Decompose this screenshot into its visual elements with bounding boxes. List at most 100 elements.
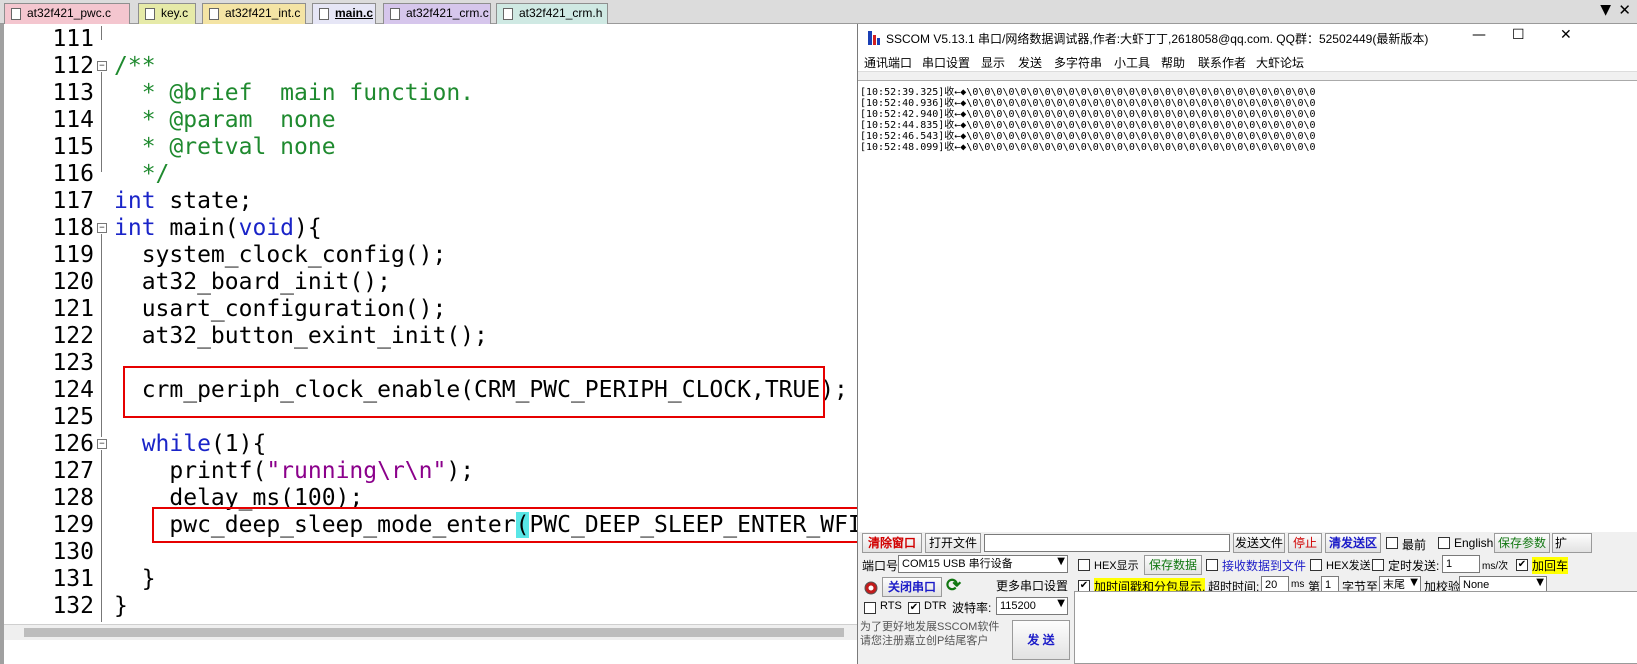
add-crlf-checkbox[interactable]: ✔ <box>1516 559 1528 571</box>
menu-serial-settings[interactable]: 串口设置 <box>922 54 970 71</box>
english-checkbox[interactable] <box>1438 537 1450 549</box>
code-text: main( <box>155 215 239 241</box>
scrollbar-thumb[interactable] <box>24 628 844 637</box>
keyword: int <box>114 188 156 214</box>
fold-guide <box>101 450 102 622</box>
dtr-checkbox[interactable]: ✔ <box>908 602 920 614</box>
code-text: printf( <box>114 458 267 484</box>
close-editor-icon[interactable]: ✕ <box>1618 1 1631 19</box>
line-number: 127 <box>52 458 94 484</box>
menu-multi-string[interactable]: 多字符串 <box>1054 54 1102 71</box>
dropdown-arrow-icon: ▼ <box>1057 556 1065 567</box>
keyword: int <box>114 215 156 241</box>
keyword: while <box>114 431 211 457</box>
code-line-119: system_clock_config(); <box>114 242 447 268</box>
fold-toggle-icon[interactable]: − <box>97 61 107 71</box>
line-number: 123 <box>52 350 94 376</box>
send-file-button[interactable]: 发送文件 <box>1233 533 1285 553</box>
highlight-box-clock-enable <box>123 366 825 418</box>
close-window-icon[interactable]: ✕ <box>1560 27 1572 43</box>
menu-display[interactable]: 显示 <box>981 54 1005 71</box>
fold-toggle-icon[interactable]: − <box>97 223 107 233</box>
file-icon <box>319 8 329 20</box>
line-number: 114 <box>52 107 94 133</box>
sscom-window: SSCOM V5.13.1 串口/网络数据调试器,作者:大虾丁丁,2618058… <box>857 24 1637 664</box>
stop-button[interactable]: 停止 <box>1288 533 1322 553</box>
line-number: 117 <box>52 188 94 214</box>
line-number: 111 <box>52 26 94 52</box>
code-line-113: * @brief main function. <box>114 80 475 106</box>
send-text-area[interactable] <box>1074 591 1637 664</box>
menu-forum[interactable]: 大虾论坛 <box>1256 54 1304 71</box>
minimize-icon[interactable]: — <box>1472 27 1486 43</box>
save-params-button[interactable]: 保存参数 <box>1494 533 1550 553</box>
save-data-button[interactable]: 保存数据 <box>1144 555 1202 575</box>
code-line-127: printf("running\r\n"); <box>114 458 474 485</box>
dropdown-arrow-icon: ▼ <box>1057 598 1065 609</box>
file-icon <box>503 8 513 20</box>
editor-horizontal-scrollbar[interactable] <box>4 624 858 640</box>
receive-area[interactable]: [10:52:39.325]收←◆\0\0\0\0\0\0\0\0\0\0\0\… <box>858 80 1637 532</box>
port-value: COM15 USB 串行设备 <box>902 558 1013 570</box>
menu-tools[interactable]: 小工具 <box>1114 54 1150 71</box>
recv-to-file-checkbox[interactable] <box>1206 559 1218 571</box>
rts-label: RTS <box>880 600 902 612</box>
tab-at32f421-int-c[interactable]: at32f421_int.c <box>202 3 306 24</box>
english-label: English <box>1454 536 1494 550</box>
code-line-121: usart_configuration(); <box>114 296 447 322</box>
menu-comm-port[interactable]: 通讯端口 <box>864 54 912 71</box>
timeout-unit: ms <box>1291 579 1305 590</box>
line-number: 131 <box>52 566 94 592</box>
code-line-131: } <box>114 566 156 592</box>
file-icon <box>145 8 155 20</box>
file-icon <box>209 8 219 20</box>
code-line-118: int main(void){ <box>114 215 322 242</box>
fold-column: − − − <box>97 24 109 624</box>
tab-at32f421-pwc-c[interactable]: at32f421_pwc.c <box>4 3 130 24</box>
interval-input[interactable]: 1 <box>1442 555 1480 573</box>
menu-send[interactable]: 发送 <box>1018 54 1042 71</box>
baud-select[interactable]: 115200 ▼ <box>996 597 1068 615</box>
file-path-input[interactable] <box>984 534 1230 552</box>
clear-send-area-button[interactable]: 清发送区 <box>1325 533 1381 553</box>
line-number: 118 <box>52 215 94 241</box>
maximize-icon[interactable]: ☐ <box>1512 27 1525 43</box>
tab-key-c[interactable]: key.c <box>138 3 196 24</box>
sscom-menubar: 通讯端口 串口设置 显示 发送 多字符串 小工具 帮助 联系作者 大虾论坛 <box>858 52 1637 72</box>
expand-button[interactable]: 扩 <box>1552 533 1592 553</box>
interval-unit: ms/次 <box>1482 561 1509 572</box>
editor-tab-bar: at32f421_pwc.c key.c at32f421_int.c main… <box>0 0 1637 24</box>
line-number: 129 <box>52 512 94 538</box>
fold-guide <box>101 72 102 172</box>
dtr-label: DTR <box>924 600 947 612</box>
clear-window-button[interactable]: 清除窗口 <box>862 533 922 553</box>
line-number: 124 <box>52 377 94 403</box>
line-number: 122 <box>52 323 94 349</box>
top-most-checkbox[interactable] <box>1386 537 1398 549</box>
tab-at32f421-crm-h[interactable]: at32f421_crm.h <box>496 3 608 24</box>
more-settings-link[interactable]: 更多串口设置 <box>996 577 1068 594</box>
code-line-120: at32_board_init(); <box>114 269 391 295</box>
code-text: state; <box>155 188 253 214</box>
hex-display-checkbox[interactable] <box>1078 559 1090 571</box>
refresh-icon[interactable]: ⟳ <box>946 575 961 596</box>
fold-toggle-icon[interactable]: − <box>97 439 107 449</box>
code-editor[interactable]: 111 112 113 114 115 116 117 118 119 120 … <box>0 24 858 664</box>
line-number: 119 <box>52 242 94 268</box>
timed-send-checkbox[interactable] <box>1372 559 1384 571</box>
menu-contact-author[interactable]: 联系作者 <box>1198 54 1246 71</box>
menu-help[interactable]: 帮助 <box>1161 54 1185 71</box>
checksum-value: None <box>1463 579 1490 591</box>
add-crlf-label: 加回车 <box>1532 557 1569 574</box>
hex-send-checkbox[interactable] <box>1310 559 1322 571</box>
tab-list-dropdown-icon[interactable]: ▼ <box>1600 2 1611 18</box>
tab-main-c[interactable]: main.c <box>312 3 376 24</box>
close-port-button[interactable]: 关闭串口 <box>882 577 942 597</box>
port-status-icon <box>864 581 878 595</box>
line-number: 115 <box>52 134 94 160</box>
send-button[interactable]: 发 送 <box>1012 620 1070 660</box>
port-select[interactable]: COM15 USB 串行设备 ▼ <box>898 555 1068 573</box>
open-file-button[interactable]: 打开文件 <box>925 533 981 553</box>
tab-at32f421-crm-c[interactable]: at32f421_crm.c <box>383 3 491 24</box>
rts-checkbox[interactable] <box>864 602 876 614</box>
